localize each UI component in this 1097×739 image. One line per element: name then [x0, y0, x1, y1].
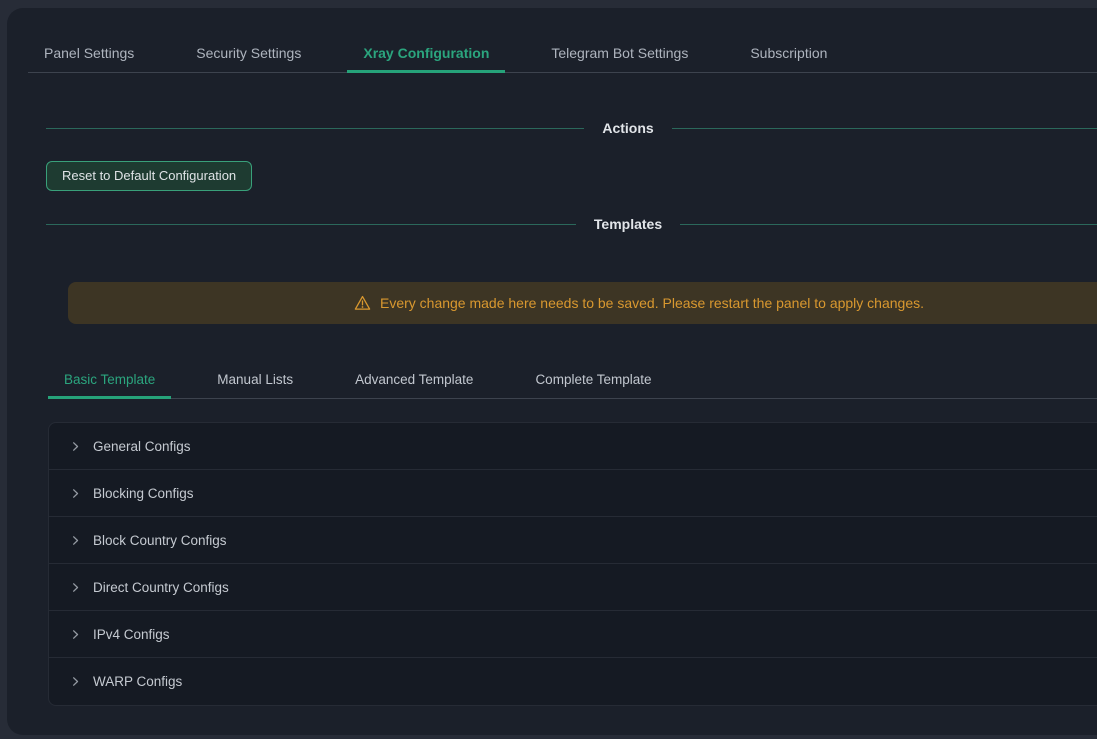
- collapse-label: Direct Country Configs: [93, 580, 229, 595]
- warning-text: Every change made here needs to be saved…: [380, 295, 924, 311]
- tab-complete-template[interactable]: Complete Template: [519, 361, 667, 398]
- divider-line: [680, 224, 1097, 225]
- templates-divider: Templates: [46, 213, 1097, 235]
- collapse-label: Blocking Configs: [93, 486, 194, 501]
- chevron-right-icon: [69, 676, 81, 688]
- chevron-right-icon: [69, 440, 81, 452]
- collapse-label: General Configs: [93, 439, 191, 454]
- template-tab-bar: Basic Template Manual Lists Advanced Tem…: [48, 361, 1097, 399]
- collapse-header-warp-configs[interactable]: WARP Configs: [49, 658, 1097, 705]
- chevron-right-icon: [69, 581, 81, 593]
- warning-triangle-icon: [354, 295, 371, 311]
- tab-panel-settings[interactable]: Panel Settings: [28, 33, 150, 72]
- divider-line: [46, 128, 584, 129]
- collapse-label: IPv4 Configs: [93, 627, 170, 642]
- tab-manual-lists[interactable]: Manual Lists: [201, 361, 309, 398]
- tab-subscription[interactable]: Subscription: [734, 33, 843, 72]
- collapse-header-direct-country-configs[interactable]: Direct Country Configs: [49, 564, 1097, 611]
- divider-line: [46, 224, 576, 225]
- chevron-right-icon: [69, 534, 81, 546]
- tab-basic-template[interactable]: Basic Template: [48, 361, 171, 398]
- tab-xray-configuration[interactable]: Xray Configuration: [347, 33, 505, 72]
- tab-advanced-template[interactable]: Advanced Template: [339, 361, 489, 398]
- collapse-label: WARP Configs: [93, 674, 182, 689]
- chevron-right-icon: [69, 487, 81, 499]
- actions-divider: Actions: [46, 117, 1097, 139]
- config-collapse-list: General Configs Blocking Configs Block C…: [48, 422, 1097, 706]
- reset-to-default-configuration-button[interactable]: Reset to Default Configuration: [46, 161, 252, 191]
- settings-card: Panel Settings Security Settings Xray Co…: [7, 8, 1097, 735]
- tab-security-settings[interactable]: Security Settings: [180, 33, 317, 72]
- tab-telegram-bot-settings[interactable]: Telegram Bot Settings: [535, 33, 704, 72]
- divider-line: [672, 128, 1097, 129]
- restart-warning-banner: Every change made here needs to be saved…: [68, 282, 1097, 324]
- settings-tab-bar: Panel Settings Security Settings Xray Co…: [28, 33, 1097, 73]
- collapse-label: Block Country Configs: [93, 533, 227, 548]
- collapse-header-general-configs[interactable]: General Configs: [49, 423, 1097, 470]
- xray-configuration-pane: Actions Reset to Default Configuration T…: [7, 117, 1097, 706]
- collapse-header-block-country-configs[interactable]: Block Country Configs: [49, 517, 1097, 564]
- templates-divider-label: Templates: [576, 216, 680, 232]
- collapse-header-ipv4-configs[interactable]: IPv4 Configs: [49, 611, 1097, 658]
- chevron-right-icon: [69, 628, 81, 640]
- actions-divider-label: Actions: [584, 120, 671, 136]
- collapse-header-blocking-configs[interactable]: Blocking Configs: [49, 470, 1097, 517]
